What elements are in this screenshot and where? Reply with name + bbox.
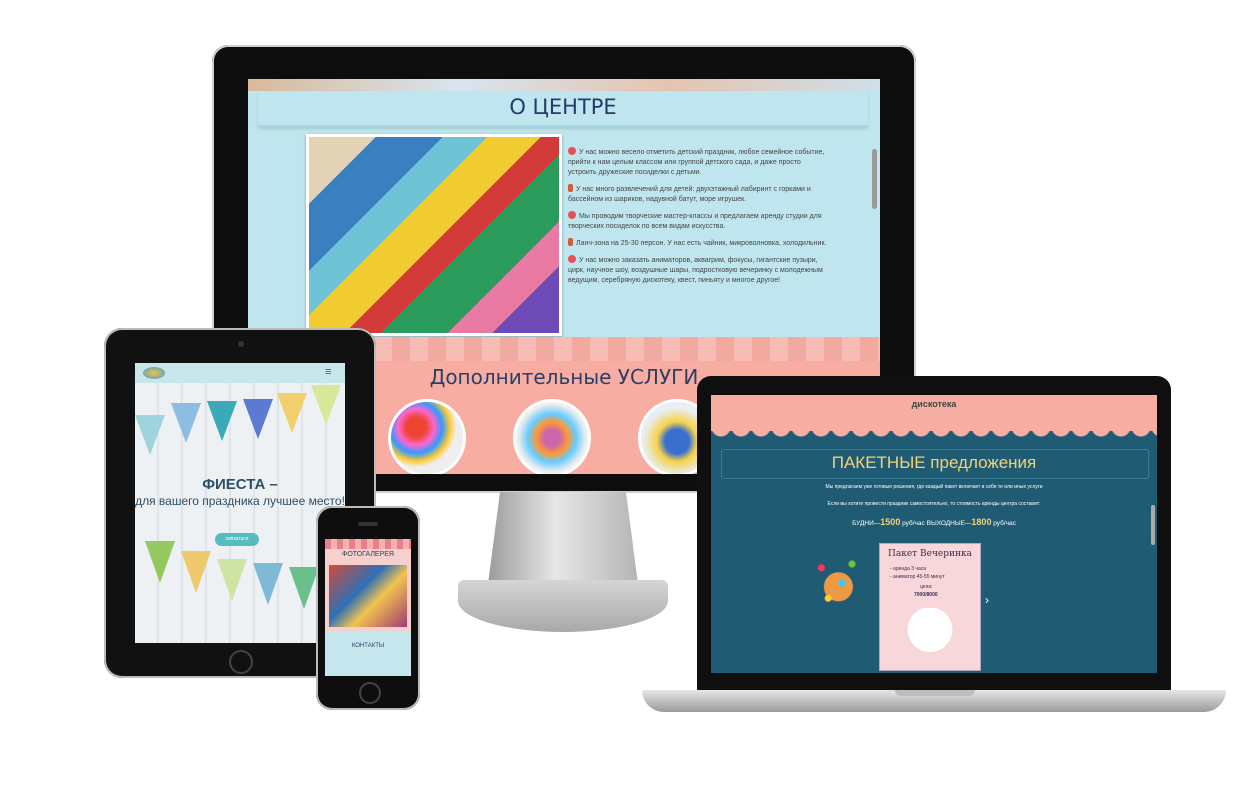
monitor-stand-base — [458, 580, 668, 632]
bunting-flag — [135, 415, 165, 455]
about-section-header: О ЦЕНТРЕ — [258, 91, 868, 127]
bunting-flag — [145, 541, 175, 583]
about-paragraph: У нас можно весело отметить детский праз… — [568, 147, 825, 176]
package-card-line: - аренда 3 часа — [890, 566, 927, 572]
tablet-header: ≡ — [135, 363, 345, 383]
monitor-stand-neck — [488, 492, 638, 584]
hero-title: ФИЕСТА – для вашего праздника лучшее мес… — [135, 476, 345, 510]
gallery-title: ФОТОГАЛЕРЕЯ — [342, 551, 394, 558]
bunting-flag — [253, 563, 283, 605]
about-title: О ЦЕНТРЕ — [509, 95, 617, 119]
service-image-balloons[interactable] — [388, 399, 466, 474]
package-card-price-label: цена: — [920, 584, 933, 590]
weekend-label: ВЫХОДНЫЕ— — [926, 520, 972, 527]
about-text: У нас можно весело отметить детский праз… — [568, 147, 830, 292]
rental-prices: БУДНИ—1500 руб/час ВЫХОДНЫЕ—1800 руб/час — [711, 517, 1157, 527]
weekday-label: БУДНИ— — [852, 520, 881, 527]
camera-icon — [238, 341, 244, 347]
gallery-photo[interactable] — [329, 565, 407, 627]
package-card[interactable]: Пакет Вечеринка - аренда 3 часа - анимат… — [879, 543, 981, 671]
contacts-title: КОНТАКТЫ — [351, 643, 385, 649]
bunting-flag — [277, 393, 307, 433]
bunting-flag — [207, 401, 237, 441]
bunting-flag — [217, 559, 247, 601]
packages-title: ПАКЕТНЫЕ предложения — [831, 453, 1037, 472]
playground-photo — [306, 134, 562, 336]
lifebuoy-icon — [568, 211, 576, 219]
bunting-flag — [181, 551, 211, 593]
about-paragraph: Ланч-зона на 25-30 персон. У нас есть ча… — [568, 238, 830, 249]
home-button[interactable] — [229, 650, 253, 674]
scrollbar[interactable] — [872, 149, 877, 209]
package-card-price: 7000/8000 — [914, 592, 938, 598]
scrollbar[interactable] — [1151, 505, 1155, 545]
package-card-line: - аниматор 45-55 минут — [890, 574, 945, 580]
next-arrow-icon[interactable]: › — [985, 593, 989, 607]
disco-label: дискотека — [911, 399, 957, 409]
laptop-screen: дискотека ПАКЕТНЫЕ предложения Мы предла… — [711, 395, 1157, 673]
weekend-price: 1800 — [971, 517, 992, 527]
header-strip — [248, 79, 880, 91]
service-image-crafts[interactable] — [513, 399, 591, 474]
lighthouse-icon — [568, 238, 573, 246]
hero-title-line1: ФИЕСТА – — [202, 476, 278, 493]
bunting-flag — [311, 385, 341, 425]
price-unit: руб/час — [902, 520, 925, 527]
wave-divider — [325, 539, 411, 549]
speaker-grille — [358, 522, 378, 526]
laptop-notch — [895, 690, 975, 696]
pinata-illustration — [801, 545, 869, 621]
hero-subtitle: для вашего праздника лучшее место! — [135, 494, 345, 508]
tablet-screen: ≡ ФИЕСТА – для вашего праздника лучшее м… — [135, 363, 345, 643]
laptop-device: дискотека ПАКЕТНЫЕ предложения Мы предла… — [697, 376, 1171, 692]
phone-screen: ФОТОГАЛЕРЕЯ КОНТАКТЫ — [325, 539, 411, 676]
about-paragraph: У нас много развлечений для детей: двухэ… — [568, 184, 811, 203]
about-paragraph: У нас можно заказать аниматоров, аквагри… — [568, 255, 823, 284]
lifebuoy-icon — [568, 255, 576, 263]
package-card-title: Пакет Вечеринка — [888, 549, 972, 559]
scallop-divider — [711, 427, 1157, 439]
contacts-section — [325, 631, 411, 676]
lifebuoy-icon — [568, 147, 576, 155]
bunting-flag — [171, 403, 201, 443]
disco-section: дискотека — [711, 395, 1157, 431]
price-unit: руб/час — [993, 520, 1016, 527]
phone-device: ФОТОГАЛЕРЕЯ КОНТАКТЫ — [316, 506, 420, 710]
rental-intro: Если вы хотите провести праздник самосто… — [827, 501, 1041, 507]
bunting-flag — [289, 567, 319, 609]
bunting-flag — [243, 399, 273, 439]
llama-illustration — [906, 608, 954, 662]
logo[interactable] — [143, 367, 165, 379]
weekday-price: 1500 — [880, 517, 901, 527]
packages-intro: Мы предлагаем уже готовые решения, где к… — [825, 484, 1043, 490]
contact-button[interactable]: связаться — [215, 533, 259, 546]
lighthouse-icon — [568, 184, 573, 192]
about-paragraph: Мы проводим творческие мастер-классы и п… — [568, 211, 822, 230]
home-button[interactable] — [359, 682, 381, 704]
hamburger-menu-icon[interactable]: ≡ — [325, 366, 331, 378]
